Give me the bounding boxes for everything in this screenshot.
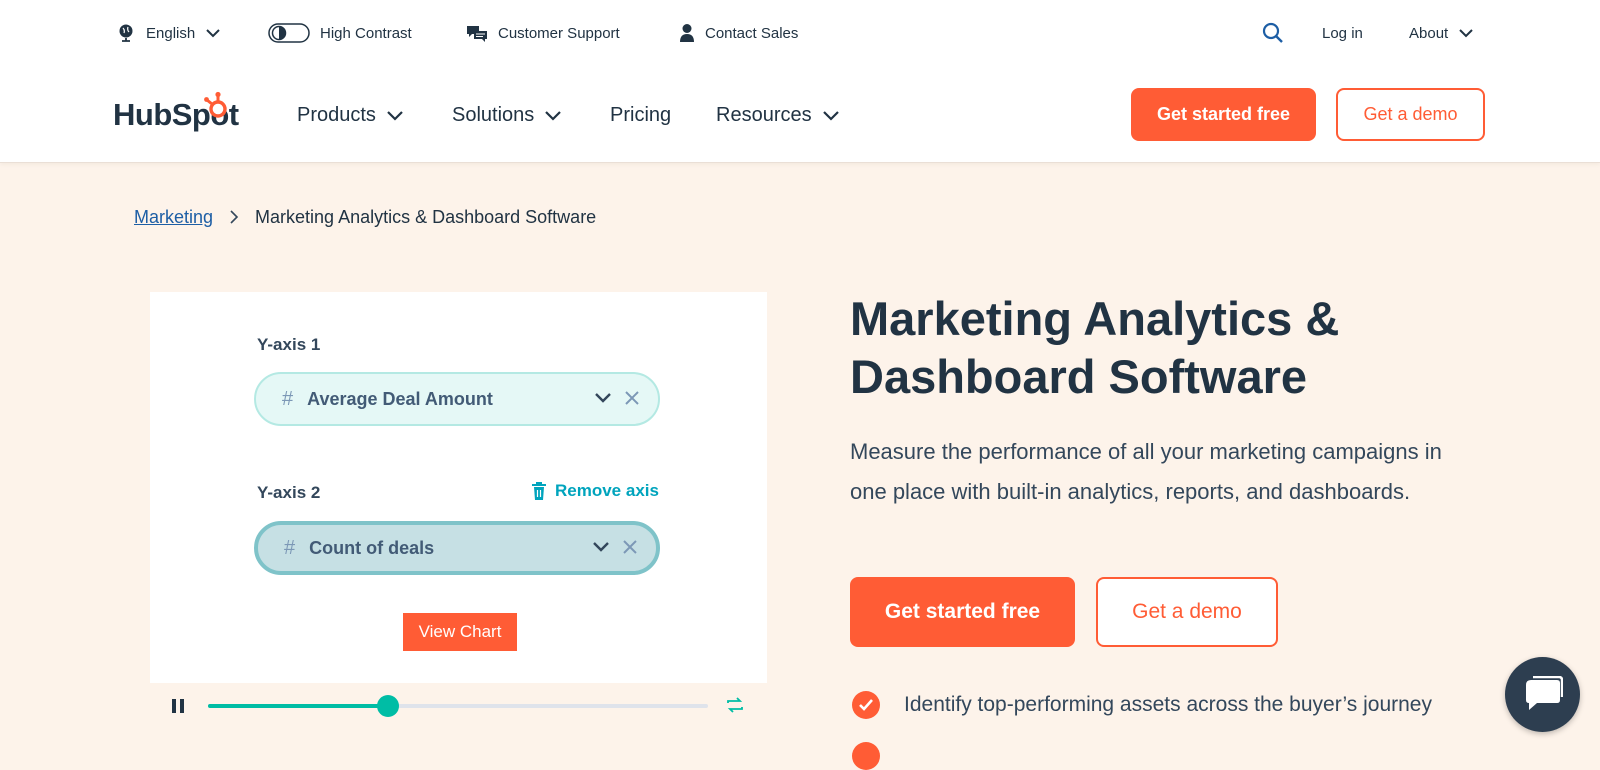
remove-axis-button[interactable]: Remove axis bbox=[531, 481, 659, 501]
nav-resources[interactable]: Resources bbox=[716, 100, 840, 130]
nav-solutions-label: Solutions bbox=[452, 103, 535, 126]
utility-bar: English High Contrast Customer Support C… bbox=[0, 0, 1600, 66]
nav-solutions[interactable]: Solutions bbox=[452, 100, 562, 130]
page-title: Marketing Analytics & Dashboard Software bbox=[850, 292, 1340, 403]
remove-axis-label: Remove axis bbox=[555, 481, 659, 500]
y-axis-2-value: Count of deals bbox=[309, 537, 435, 558]
video-progress-fill bbox=[208, 704, 388, 708]
hero-get-started-button[interactable]: Get started free bbox=[850, 577, 1075, 647]
video-controls bbox=[150, 686, 767, 726]
chat-widget-button[interactable] bbox=[1505, 657, 1580, 732]
contact-sales-link[interactable]: Contact Sales bbox=[679, 20, 798, 46]
chevron-down-icon bbox=[205, 28, 221, 38]
breadcrumb-marketing-link[interactable]: Marketing bbox=[134, 207, 213, 228]
chevron-down-icon bbox=[822, 110, 840, 121]
product-demo-video[interactable]: Y-axis 1 # Average Deal Amount Y-axis 2 … bbox=[150, 292, 767, 683]
loop-icon[interactable] bbox=[726, 696, 744, 719]
high-contrast-toggle[interactable]: High Contrast bbox=[268, 20, 412, 46]
checkmark-icon bbox=[852, 742, 880, 770]
benefit-text: Identify top-performing assets across th… bbox=[904, 693, 1432, 716]
nav-resources-label: Resources bbox=[716, 103, 812, 126]
language-selector[interactable]: English bbox=[116, 20, 221, 46]
breadcrumb: Marketing Marketing Analytics & Dashboar… bbox=[134, 205, 596, 229]
y-axis-1-value: Average Deal Amount bbox=[307, 388, 493, 409]
y-axis-2-select[interactable]: # Count of deals bbox=[254, 521, 660, 575]
search-icon bbox=[1262, 22, 1284, 44]
chevron-down-icon[interactable] bbox=[592, 541, 610, 553]
hubspot-logo[interactable]: HubSpot bbox=[113, 91, 239, 134]
globe-icon bbox=[116, 23, 136, 43]
search-button[interactable] bbox=[1262, 20, 1284, 46]
video-progress-track[interactable] bbox=[208, 704, 708, 708]
hero-description: Measure the performance of all your mark… bbox=[850, 439, 1442, 504]
select-controls bbox=[592, 539, 638, 555]
login-label: Log in bbox=[1322, 24, 1363, 42]
checkmark-icon bbox=[852, 691, 880, 719]
y-axis-1-label: Y-axis 1 bbox=[257, 335, 321, 354]
nav-pricing[interactable]: Pricing bbox=[610, 100, 671, 130]
chevron-down-icon bbox=[1458, 28, 1474, 38]
chat-bubbles-icon bbox=[466, 24, 488, 42]
chevron-down-icon bbox=[544, 110, 562, 121]
clear-icon[interactable] bbox=[622, 539, 638, 555]
site-header: English High Contrast Customer Support C… bbox=[0, 0, 1600, 163]
header-get-demo-button[interactable]: Get a demo bbox=[1336, 88, 1485, 141]
breadcrumb-current: Marketing Analytics & Dashboard Software bbox=[255, 206, 597, 227]
chevron-right-icon bbox=[229, 210, 239, 224]
about-menu[interactable]: About bbox=[1409, 20, 1474, 46]
chevron-down-icon bbox=[386, 110, 404, 121]
hash-icon: # bbox=[284, 536, 296, 559]
pause-icon[interactable] bbox=[170, 697, 186, 720]
contact-sales-label: Contact Sales bbox=[705, 24, 799, 42]
high-contrast-label: High Contrast bbox=[320, 24, 412, 42]
main-navigation: HubSpot Products Solutions Pricing Resou… bbox=[0, 80, 1600, 150]
chevron-down-icon[interactable] bbox=[594, 392, 612, 404]
contrast-toggle-icon bbox=[268, 23, 310, 43]
hash-icon: # bbox=[282, 387, 294, 410]
chat-icon bbox=[1523, 675, 1563, 714]
login-link[interactable]: Log in bbox=[1322, 20, 1363, 46]
nav-products-label: Products bbox=[297, 103, 376, 126]
sprocket-icon bbox=[203, 91, 233, 121]
y-axis-2-label: Y-axis 2 bbox=[257, 483, 321, 502]
customer-support-label: Customer Support bbox=[498, 24, 620, 42]
about-label: About bbox=[1409, 24, 1449, 42]
y-axis-1-select[interactable]: # Average Deal Amount bbox=[254, 372, 660, 426]
language-label: English bbox=[146, 24, 196, 42]
select-controls bbox=[594, 390, 640, 406]
header-get-started-button[interactable]: Get started free bbox=[1131, 88, 1316, 141]
person-icon bbox=[679, 23, 695, 43]
clear-icon[interactable] bbox=[624, 390, 640, 406]
view-chart-button[interactable]: View Chart bbox=[403, 613, 517, 651]
customer-support-link[interactable]: Customer Support bbox=[466, 20, 620, 46]
benefit-item: Identify top-performing assets across th… bbox=[852, 691, 1432, 719]
video-scrubber-handle[interactable] bbox=[377, 695, 399, 717]
nav-products[interactable]: Products bbox=[297, 100, 404, 130]
hero-get-demo-button[interactable]: Get a demo bbox=[1096, 577, 1278, 647]
nav-pricing-label: Pricing bbox=[610, 103, 672, 126]
trash-icon bbox=[531, 481, 547, 501]
